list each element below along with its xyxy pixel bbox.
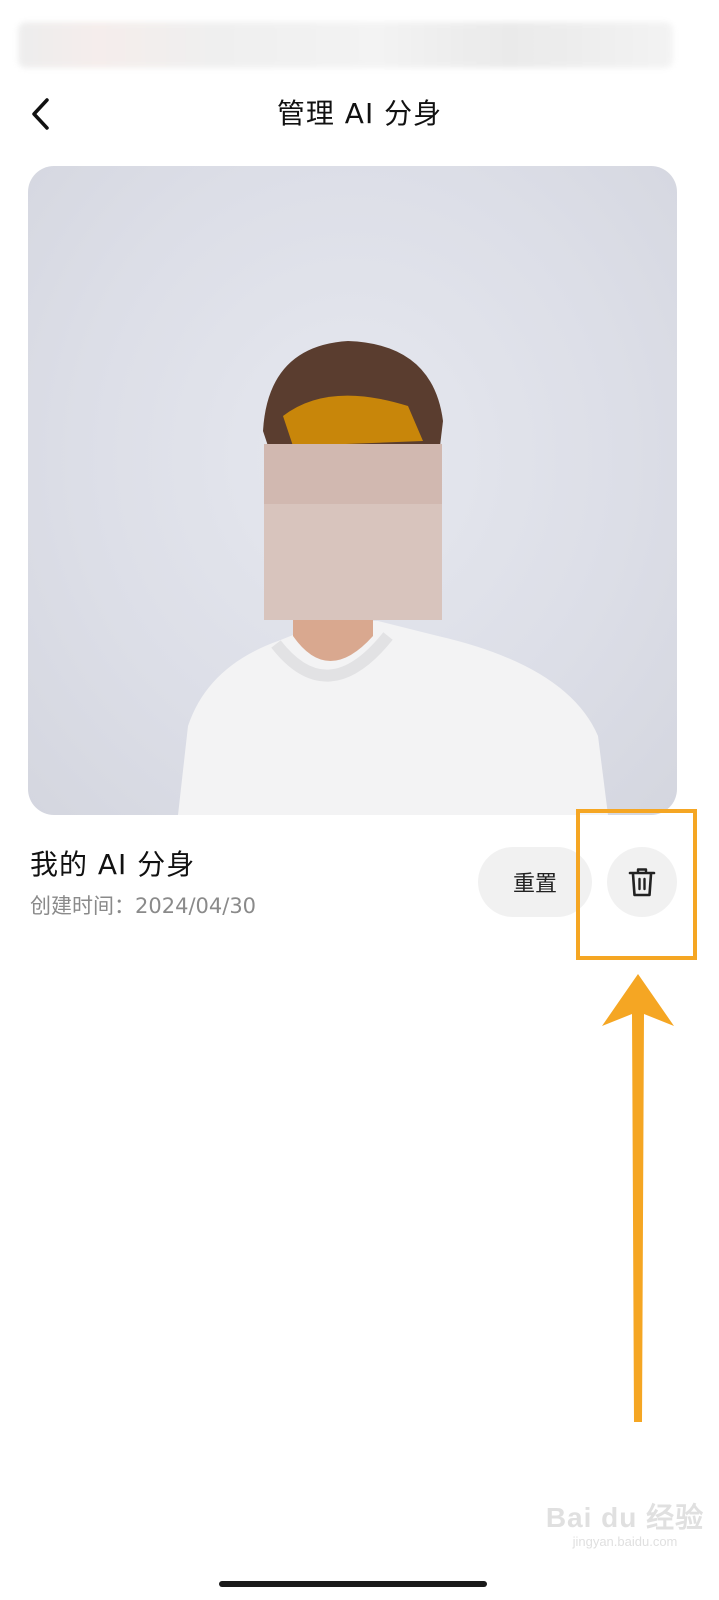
blurred-status-bar — [18, 22, 673, 68]
watermark-logo: Bai du 经验 — [545, 1502, 705, 1533]
created-date: 创建时间：2024/04/30 — [30, 894, 257, 918]
highlight-annotation-box — [576, 809, 697, 960]
avatar-name: 我的 AI 分身 — [30, 848, 196, 881]
baidu-jingyan-watermark: Bai du 经验 jingyan.baidu.com — [540, 1496, 710, 1549]
watermark-url: jingyan.baidu.com — [572, 1534, 678, 1549]
reset-button[interactable]: 重置 — [478, 847, 592, 917]
page-title: 管理 AI 分身 — [276, 97, 443, 130]
avatar-image — [28, 166, 677, 815]
home-indicator[interactable] — [219, 1581, 487, 1587]
arrow-up-annotation — [602, 974, 674, 1422]
